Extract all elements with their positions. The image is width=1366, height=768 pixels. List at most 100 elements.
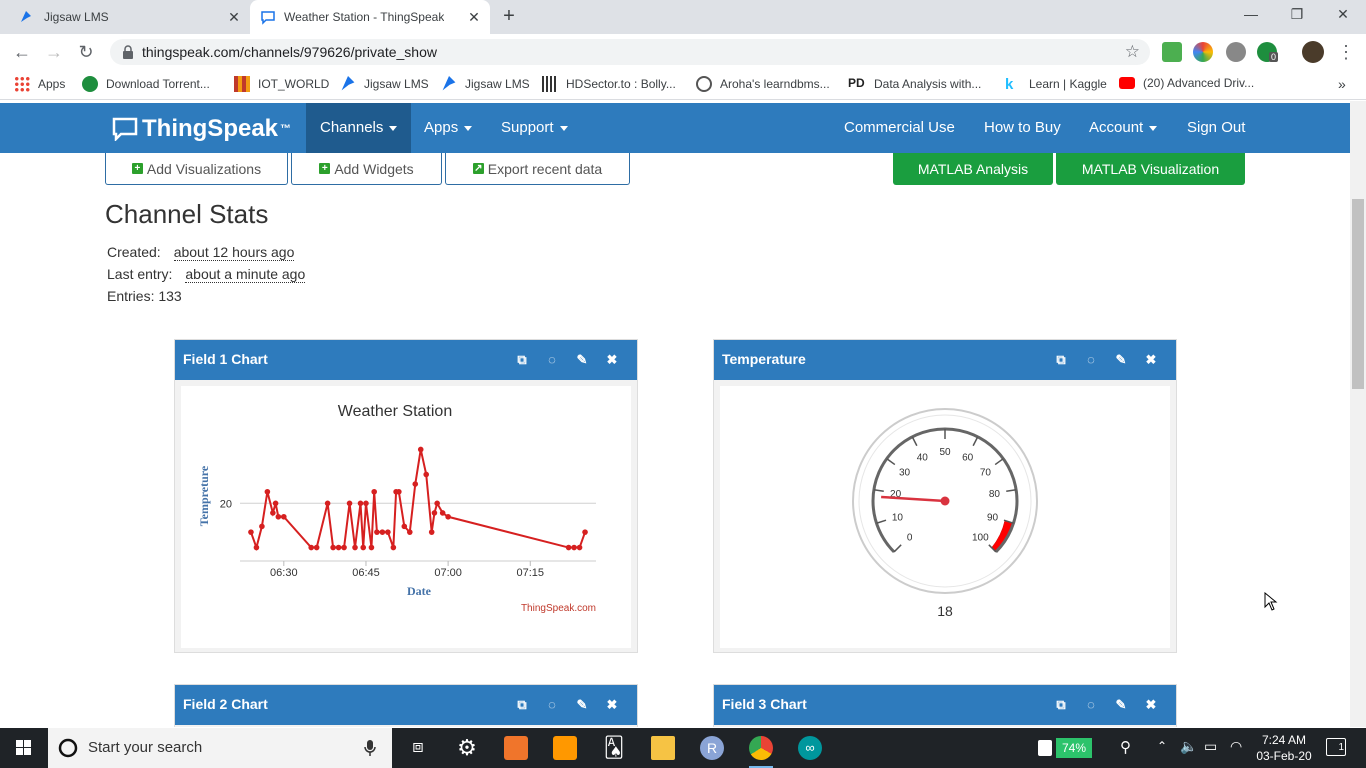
mouse-cursor-icon [1264, 592, 1278, 611]
file-explorer-icon[interactable] [651, 736, 675, 760]
bookmark-label: Data Analysis with... [874, 77, 982, 91]
comment-icon[interactable]: ◌ [545, 341, 559, 379]
data-point [371, 488, 377, 495]
thingspeak-logo[interactable]: ThingSpeak ™ [112, 115, 291, 143]
bookmark-jigsaw-lms-2[interactable]: Jigsaw LMS [441, 76, 530, 92]
sublime-text-icon[interactable] [553, 736, 577, 760]
chevron-up-icon[interactable]: ⌃ [1157, 739, 1167, 753]
export-recent-data-button[interactable]: ↗ Export recent data [445, 153, 630, 185]
close-icon[interactable]: ✖ [1144, 686, 1158, 724]
apps-grid-icon [14, 76, 30, 92]
matlab-analysis-button[interactable]: MATLAB Analysis [893, 153, 1053, 185]
address-bar-row: ← → ↻ thingspeak.com/channels/979626/pri… [0, 34, 1366, 70]
close-icon[interactable]: ✖ [605, 686, 619, 724]
bookmark-label: IOT_WORLD [258, 77, 330, 91]
add-widgets-button[interactable]: + Add Widgets [291, 153, 442, 185]
comment-icon[interactable]: ◌ [1084, 341, 1098, 379]
extension-rainbow-icon[interactable] [1193, 42, 1213, 62]
add-visualizations-button[interactable]: + Add Visualizations [105, 153, 288, 185]
external-link-icon[interactable]: ⧉ [515, 686, 529, 724]
close-icon[interactable]: ✖ [1144, 341, 1158, 379]
profile-avatar[interactable] [1302, 41, 1324, 63]
pencil-icon[interactable]: ✎ [575, 686, 589, 724]
bookmark-data-analysis[interactable]: PD Data Analysis with... [848, 76, 981, 92]
settings-gear-icon[interactable]: ⚙ [455, 736, 479, 760]
people-icon[interactable]: ⚲ [1120, 738, 1131, 756]
page-scrollbar[interactable] [1350, 101, 1366, 727]
bookmark-iot-world[interactable]: IOT_WORLD [234, 76, 329, 92]
task-view-icon[interactable]: ⧈ [406, 736, 430, 760]
restore-button[interactable]: ❐ [1274, 0, 1320, 30]
bookmark-star-icon[interactable]: ☆ [1125, 42, 1140, 62]
data-point [324, 500, 331, 507]
bookmark-aroha[interactable]: Aroha's learndbms... [696, 76, 830, 92]
back-arrow-icon[interactable]: ← [10, 40, 34, 64]
bookmark-download-torrent[interactable]: Download Torrent... [82, 76, 210, 92]
widget-header: Field 3 Chart ⧉ ◌ ✎ ✖ [714, 685, 1176, 725]
extension-shield-icon[interactable]: 0 [1257, 42, 1279, 62]
forward-arrow-icon[interactable]: → [42, 40, 66, 64]
wifi-icon[interactable]: ◠ [1230, 738, 1242, 755]
data-point [565, 544, 572, 551]
close-tab-icon[interactable]: ✕ [466, 9, 482, 25]
nav-how-to-buy[interactable]: How to Buy [984, 103, 1061, 153]
comment-icon[interactable]: ◌ [545, 686, 559, 724]
matlab-visualization-button[interactable]: MATLAB Visualization [1056, 153, 1245, 185]
gauge-value: 18 [937, 603, 953, 619]
menu-kebab-icon[interactable]: ⋮ [1334, 40, 1358, 64]
external-link-icon[interactable]: ⧉ [1054, 341, 1068, 379]
comment-icon[interactable]: ◌ [1084, 686, 1098, 724]
arduino-icon[interactable]: ∞ [798, 736, 822, 760]
bookmark-youtube[interactable]: (20) Advanced Driv... [1119, 76, 1254, 90]
volume-icon[interactable]: 🔈 [1180, 738, 1197, 755]
xampp-icon[interactable] [504, 736, 528, 760]
tab-jigsaw-lms[interactable]: Jigsaw LMS ✕ [0, 0, 250, 34]
pencil-icon[interactable]: ✎ [1114, 341, 1128, 379]
external-link-icon[interactable]: ⧉ [515, 341, 529, 379]
reload-icon[interactable]: ↻ [74, 40, 98, 64]
defender-shield-icon[interactable] [1038, 740, 1052, 756]
close-tab-icon[interactable]: ✕ [226, 9, 242, 25]
minimize-button[interactable]: — [1228, 0, 1274, 30]
extension-mail-icon[interactable] [1162, 42, 1182, 62]
gauge-tick-label: 10 [892, 512, 904, 523]
nav-commercial-use[interactable]: Commercial Use [844, 103, 955, 153]
clock[interactable]: 7:24 AM 03-Feb-20 [1255, 733, 1313, 763]
more-bookmarks-icon[interactable]: » [1338, 76, 1346, 92]
nav-support[interactable]: Support [501, 103, 568, 153]
bookmark-jigsaw-lms-1[interactable]: Jigsaw LMS [340, 76, 429, 92]
data-point [401, 523, 408, 530]
pencil-icon[interactable]: ✎ [1114, 686, 1128, 724]
tab-weather-station[interactable]: Weather Station - ThingSpeak Io ✕ [250, 0, 490, 34]
extension-cloud-icon[interactable] [1226, 42, 1246, 62]
bookmark-kaggle[interactable]: k Learn | Kaggle [1005, 76, 1107, 93]
pencil-icon[interactable]: ✎ [575, 341, 589, 379]
close-icon[interactable]: ✖ [605, 341, 619, 379]
bookmark-hdsector[interactable]: HDSector.to : Bolly... [542, 76, 676, 92]
solitaire-icon[interactable]: 🂡 [602, 736, 626, 760]
microphone-icon[interactable] [364, 739, 376, 757]
battery-charging-icon[interactable]: ▭ [1204, 738, 1217, 755]
r-icon[interactable]: R [700, 736, 724, 760]
taskbar-search-box[interactable]: Start your search [48, 728, 392, 768]
nav-channels[interactable]: Channels [306, 103, 412, 153]
thingspeak-tab-icon [261, 11, 275, 25]
scrollbar-thumb[interactable] [1352, 199, 1364, 389]
windows-start-icon[interactable] [0, 728, 48, 768]
omnibox[interactable]: thingspeak.com/channels/979626/private_s… [110, 39, 1150, 65]
nav-label: Support [501, 119, 554, 136]
data-point [275, 513, 282, 520]
bookmark-apps[interactable]: Apps [14, 76, 65, 92]
nav-apps[interactable]: Apps [424, 103, 473, 153]
battery-meter[interactable]: 74% [1056, 738, 1092, 758]
action-center-icon[interactable]: 1 [1326, 738, 1346, 756]
new-tab-button[interactable]: + [498, 6, 520, 28]
nav-sign-out[interactable]: Sign Out [1187, 103, 1245, 153]
nav-account[interactable]: Account [1089, 103, 1158, 153]
chrome-icon[interactable] [749, 736, 773, 760]
external-link-icon[interactable]: ⧉ [1054, 686, 1068, 724]
y-axis-label: Tempreture [197, 465, 211, 526]
close-window-button[interactable]: ✕ [1320, 0, 1366, 30]
youtube-icon [1119, 77, 1135, 89]
widget-title: Field 1 Chart [183, 351, 268, 367]
